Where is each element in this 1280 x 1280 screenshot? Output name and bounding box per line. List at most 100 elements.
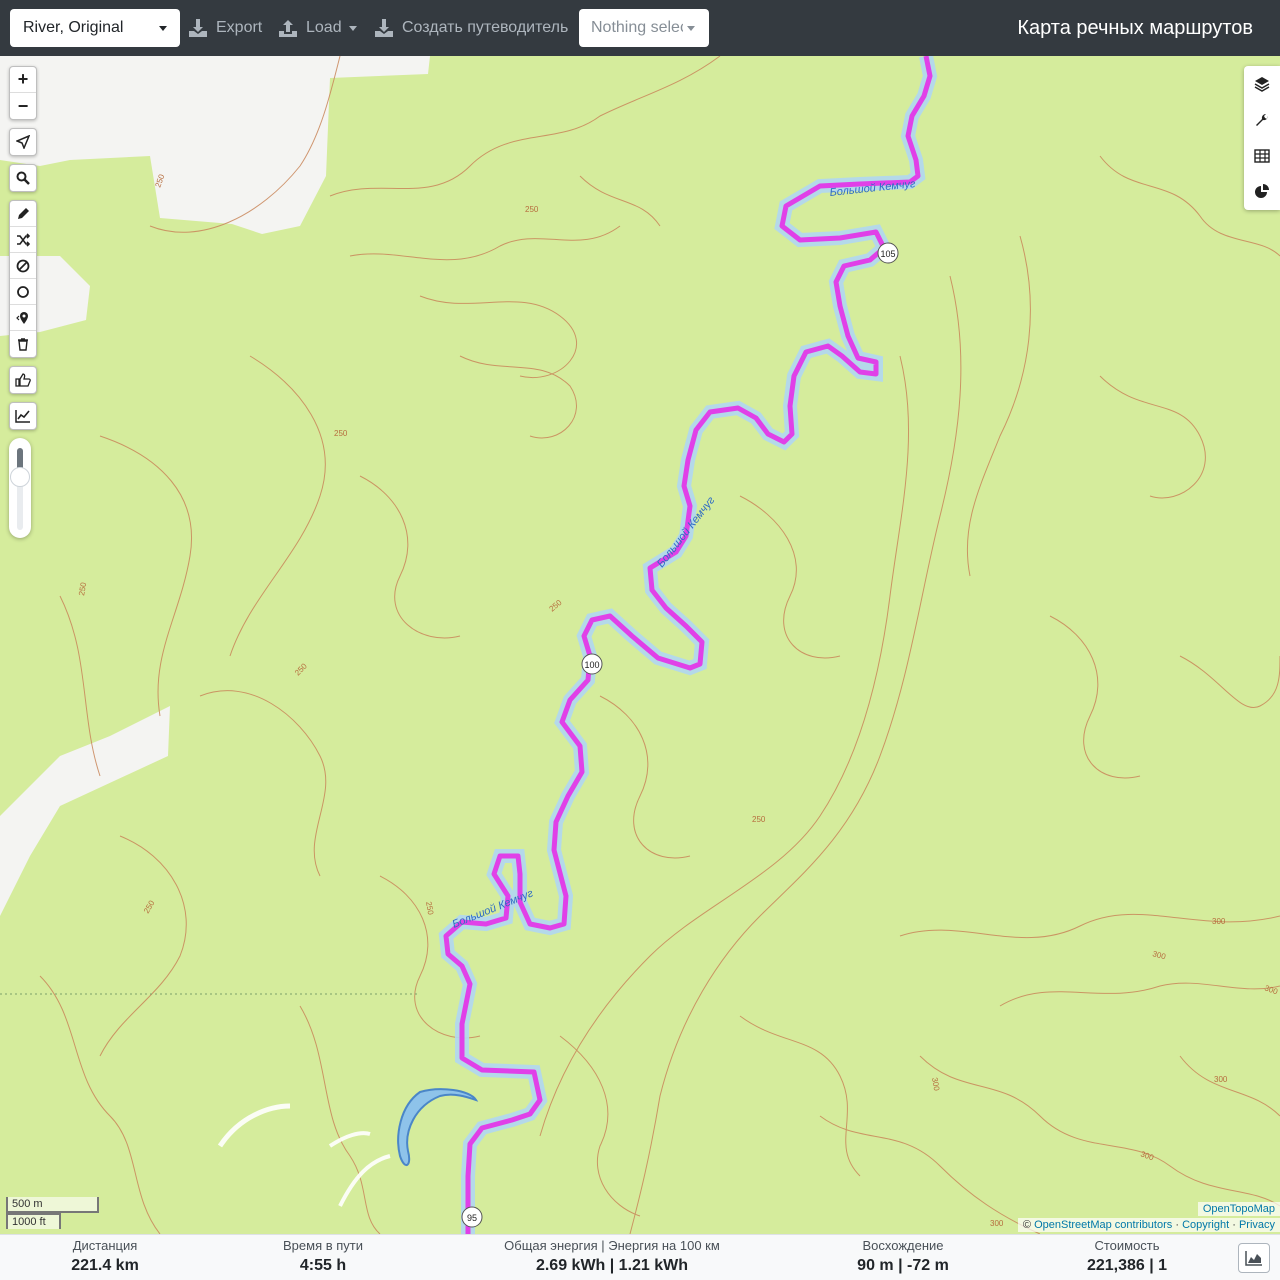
map-view[interactable]: 105 100 95 Большой Кемчуг Большой Кемчуг… (0, 56, 1280, 1234)
copyright-link[interactable]: Copyright (1182, 1219, 1229, 1231)
km-marker: 100 (581, 653, 603, 675)
stat-energy-label: Общая энергия | Энергия на 100 км (504, 1238, 720, 1253)
area-chart-icon (1245, 1251, 1262, 1266)
side-channel (328, 1131, 371, 1148)
contour-lines (39, 56, 1280, 1234)
top-navbar: River, Original Export Load Создать путе… (0, 0, 1280, 56)
contour-label: 250 (77, 581, 88, 596)
stat-energy-value: 2.69 kWh | 1.21 kWh (535, 1257, 689, 1274)
export-button[interactable]: Export (188, 9, 264, 47)
pin-icon (16, 311, 28, 324)
contour-label: 250 (424, 901, 435, 916)
create-guide-button[interactable]: Создать путеводитель (374, 9, 572, 47)
analysis-button[interactable] (1244, 174, 1280, 210)
load-button[interactable]: Load (278, 9, 360, 47)
feedback-button[interactable] (10, 367, 36, 393)
stat-distance: Дистанция 221.4 km (55, 1238, 155, 1278)
osm-contributors-link[interactable]: OpenStreetMap contributors (1034, 1219, 1172, 1231)
topo-map-canvas[interactable]: 105 100 95 Большой Кемчуг Большой Кемчуг… (0, 56, 1280, 1234)
route-select[interactable]: Nothing selected (579, 9, 709, 47)
wrench-icon (1256, 113, 1269, 126)
download-icon (375, 19, 393, 37)
opacity-slider[interactable] (9, 438, 31, 538)
layers-icon (1254, 77, 1270, 92)
no-entry-icon (16, 259, 30, 272)
stat-cost-value: 221,386 | 1 (1086, 1257, 1168, 1274)
locate-button[interactable] (10, 129, 36, 155)
zoom-in-button[interactable]: + (10, 67, 36, 93)
stat-cost: Стоимость 221,386 | 1 (1067, 1238, 1187, 1278)
reverse-route-button[interactable] (10, 227, 36, 253)
no-data-area (0, 56, 430, 234)
load-label: Load (306, 19, 342, 36)
attribution-separator: · (1175, 1219, 1179, 1231)
slider-thumb[interactable] (10, 466, 30, 487)
scale-imperial: 1000 ft (6, 1213, 61, 1229)
km-marker-label: 105 (880, 249, 895, 259)
contour-label: 250 (142, 898, 157, 915)
search-icon (16, 171, 30, 185)
copyright-symbol: © (1022, 1219, 1032, 1231)
contour-label: 300 (1263, 983, 1279, 996)
upload-icon (279, 20, 297, 37)
pie-chart-icon (1255, 184, 1269, 198)
locate-icon (16, 135, 30, 149)
contour-label: 250 (525, 205, 539, 214)
opentopomap-link[interactable]: OpenTopoMap (1203, 1203, 1275, 1215)
km-marker: 95 (461, 1206, 483, 1228)
contour-label: 250 (334, 429, 348, 438)
km-marker-label: 95 (467, 1213, 477, 1223)
layers-button[interactable] (1244, 66, 1280, 102)
contour-label: 300 (1212, 917, 1226, 926)
no-go-area-button[interactable] (10, 253, 36, 279)
draw-route-button[interactable] (10, 201, 36, 227)
chevron-down-icon (349, 26, 357, 31)
trash-icon (18, 338, 28, 351)
scale-metric: 500 m (6, 1197, 99, 1213)
zoom-out-button[interactable]: − (10, 93, 36, 119)
contour-label-group: 250 250 250 250 250 250 250 250 250 300 … (77, 173, 1279, 1228)
poi-button[interactable] (10, 305, 36, 331)
contour-label: 250 (293, 661, 309, 677)
circle-icon (17, 285, 29, 298)
chevron-down-icon (159, 26, 167, 31)
search-button[interactable] (10, 165, 36, 191)
table-button[interactable] (1244, 138, 1280, 174)
contour-label: 300 (930, 1077, 941, 1092)
toggle-elevation-chart-button[interactable] (1238, 1243, 1270, 1273)
chevron-down-icon (687, 26, 695, 31)
stat-distance-value: 221.4 km (71, 1257, 139, 1274)
profile-select[interactable]: River, Original (10, 9, 180, 47)
table-icon (1254, 149, 1270, 163)
settings-button[interactable] (1244, 102, 1280, 138)
attribution-bar: © OpenStreetMap contributors · Copyright… (1017, 1218, 1280, 1232)
stat-ascent: Восхождение 90 m | -72 m (843, 1238, 963, 1278)
contour-label: 300 (1139, 1149, 1155, 1162)
circle-button[interactable] (10, 279, 36, 305)
no-data-area (0, 706, 170, 916)
contour-label: 300 (990, 1219, 1004, 1228)
stat-ascent-value: 90 m | -72 m (857, 1257, 949, 1274)
stat-time: Время в пути 4:55 h (263, 1238, 383, 1278)
attribution-opentopomap[interactable]: OpenTopoMap (1197, 1202, 1280, 1216)
zoom-control: + − (9, 66, 37, 120)
contour-label: 250 (548, 598, 564, 614)
stat-distance-label: Дистанция (72, 1238, 138, 1253)
elevation-profile-button[interactable] (10, 403, 36, 429)
route-line[interactable] (443, 56, 933, 1234)
stat-energy: Общая энергия | Энергия на 100 км 2.69 k… (502, 1238, 722, 1278)
route-stats-bar: Дистанция 221.4 km Время в пути 4:55 h О… (0, 1234, 1280, 1280)
delete-route-button[interactable] (10, 331, 36, 357)
profile-select-value: River, Original (23, 19, 124, 36)
create-guide-label: Создать путеводитель (402, 19, 569, 36)
stat-cost-label: Стоимость (1094, 1238, 1160, 1253)
contour-label: 250 (752, 815, 766, 824)
locate-control (9, 128, 37, 156)
feedback-control (9, 366, 37, 394)
privacy-link[interactable]: Privacy (1239, 1219, 1275, 1231)
draw-icon (18, 207, 29, 219)
km-marker: 105 (877, 242, 899, 264)
contour-label: 300 (1214, 1075, 1228, 1084)
search-control (9, 164, 37, 192)
stat-time-value: 4:55 h (299, 1257, 347, 1274)
